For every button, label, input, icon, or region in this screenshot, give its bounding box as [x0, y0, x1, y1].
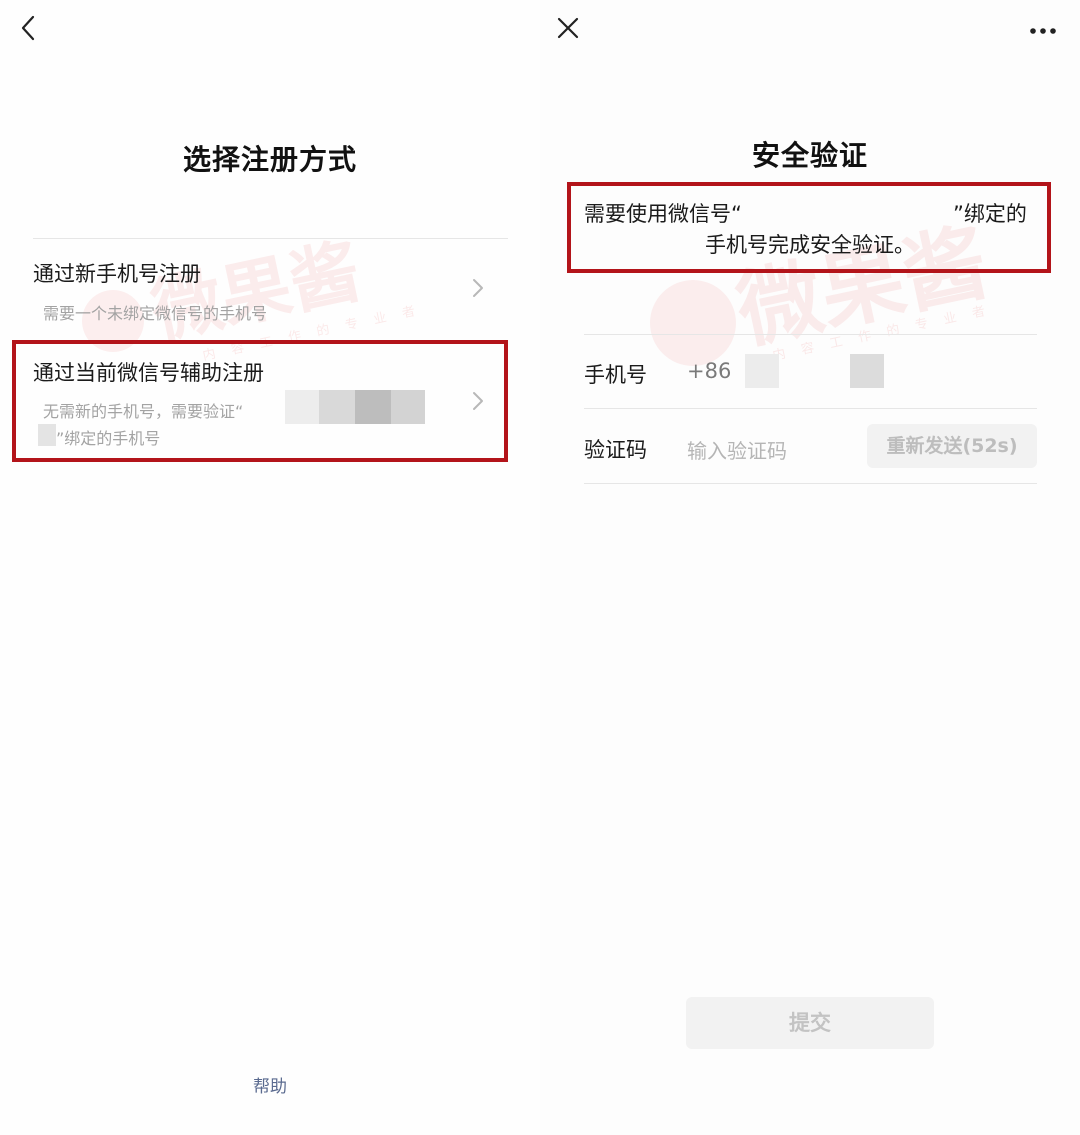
verification-notice-line1-start: 需要使用微信号“ — [584, 202, 742, 226]
option-title: 通过新手机号注册 — [33, 262, 201, 286]
divider — [584, 334, 1037, 335]
redacted-account — [391, 390, 425, 424]
option-subtitle: 需要一个未绑定微信号的手机号 — [43, 304, 268, 323]
divider — [33, 238, 508, 239]
security-verification-panel: 安全验证 微果酱 内 容 工 作 的 专 业 者 需要使用微信号“ ”绑定的 手… — [540, 0, 1080, 1135]
chevron-right-icon — [470, 390, 486, 416]
register-method-panel: 选择注册方式 微果酱 内 容 工 作 的 专 业 者 通过新手机号注册 需要一个… — [0, 0, 540, 1135]
redacted-phone-number — [745, 354, 779, 388]
chevron-right-icon — [470, 277, 486, 303]
verification-code-input[interactable]: 输入验证码 — [687, 435, 787, 464]
back-icon[interactable] — [18, 14, 40, 46]
divider — [584, 483, 1037, 484]
page-title: 选择注册方式 — [182, 143, 357, 176]
redacted-account — [38, 424, 56, 446]
more-dots-icon[interactable] — [1029, 21, 1057, 40]
divider — [584, 408, 1037, 409]
close-icon[interactable] — [556, 16, 580, 44]
phone-label: 手机号 — [584, 363, 647, 387]
redacted-account — [285, 390, 319, 424]
verification-notice-line1-end: ”绑定的 — [953, 202, 1027, 226]
option-subtitle: ”绑定的手机号 — [56, 429, 161, 448]
help-link[interactable]: 帮助 — [0, 1072, 540, 1097]
verification-notice-line2: 手机号完成安全验证。 — [705, 233, 915, 257]
redacted-phone-number — [850, 354, 884, 388]
option-subtitle: 无需新的手机号，需要验证“ — [43, 402, 244, 421]
redacted-account — [355, 390, 391, 424]
code-label: 验证码 — [584, 438, 647, 462]
option-title: 通过当前微信号辅助注册 — [33, 361, 264, 385]
redacted-account — [319, 390, 355, 424]
resend-code-button[interactable]: 重新发送(52s) — [867, 424, 1037, 468]
country-code: +86 — [687, 359, 732, 383]
watermark-logo-icon — [650, 280, 736, 366]
page-title: 安全验证 — [751, 139, 868, 172]
submit-button[interactable]: 提交 — [686, 997, 934, 1049]
